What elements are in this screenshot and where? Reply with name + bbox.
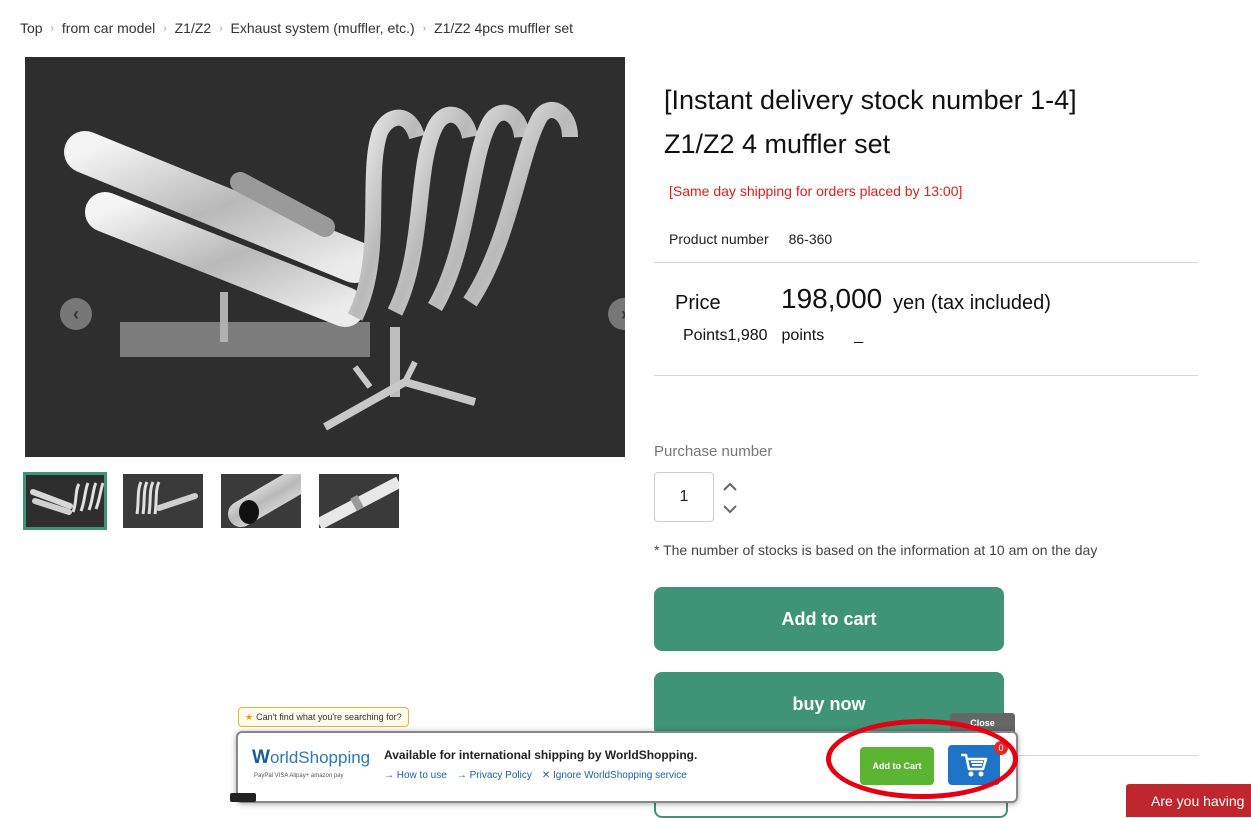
stock-note: * The number of stocks is based on the i… (654, 542, 1098, 558)
ws-collapse-tab[interactable] (230, 793, 256, 802)
thumbnail-image (221, 474, 301, 528)
quantity-increase-button[interactable] (720, 478, 740, 496)
muffler-photo (25, 57, 625, 457)
ws-search-hint-text: Can't find what you're searching for? (256, 712, 402, 722)
purchase-number-label: Purchase number (654, 443, 773, 460)
ws-ignore-link[interactable]: ✕ Ignore WorldShopping service (542, 770, 687, 781)
thumbnail-4[interactable] (319, 474, 399, 528)
thumbnail-image (123, 474, 203, 528)
quantity-decrease-button[interactable] (720, 500, 740, 518)
payment-methods: PayPal VISA Alipay+ amazon pay (254, 773, 344, 779)
chevron-right-icon: › (422, 22, 427, 34)
chevron-right-icon: › (50, 22, 54, 34)
breadcrumb: Top › from car model › Z1/Z2 › Exhaust s… (20, 20, 573, 36)
points-unit: points (781, 327, 825, 344)
price-label: Price (675, 292, 721, 314)
breadcrumb-car-model[interactable]: from car model (62, 20, 155, 36)
product-number: Product number 86-360 (669, 231, 832, 247)
title-line-1: [Instant delivery stock number 1-4] (664, 85, 1077, 115)
breadcrumb-top[interactable]: Top (20, 20, 43, 36)
quantity-input[interactable]: 1 (654, 472, 714, 522)
ws-privacy-policy-link[interactable]: → Privacy Policy (457, 770, 532, 781)
same-day-shipping-notice: [Same day shipping for orders placed by … (669, 183, 963, 199)
chevron-left-icon: ‹ (73, 303, 79, 324)
add-to-cart-button[interactable]: Add to cart (654, 587, 1004, 651)
chevron-up-icon (723, 482, 737, 491)
ws-search-hint[interactable]: ★ Can't find what you're searching for? (238, 707, 409, 727)
breadcrumb-z1z2[interactable]: Z1/Z2 (175, 20, 212, 36)
thumbnail-image (25, 474, 105, 528)
points-label: Points (683, 327, 728, 344)
price-value: 198,000 (781, 283, 883, 314)
thumbnail-2[interactable] (123, 474, 203, 528)
star-icon: ★ (245, 711, 254, 722)
chevron-right-icon: › (621, 304, 625, 325)
annotation-circle (826, 719, 1018, 799)
thumbnail-1[interactable] (23, 472, 107, 530)
gallery-prev-button[interactable]: ‹ (60, 298, 92, 330)
product-number-label: Product number (669, 231, 769, 247)
chevron-right-icon: › (219, 22, 223, 34)
thumbnail-image (319, 474, 399, 528)
ws-how-to-use-link[interactable]: → How to use (384, 770, 447, 781)
breadcrumb-current: Z1/Z2 4pcs muffler set (434, 20, 574, 36)
divider (654, 375, 1198, 376)
product-title: [Instant delivery stock number 1-4] Z1/Z… (664, 78, 1184, 166)
worldshopping-logo: WorldShopping (252, 747, 371, 768)
product-number-value: 86-360 (788, 231, 833, 247)
divider (654, 262, 1198, 263)
breadcrumb-exhaust[interactable]: Exhaust system (muffler, etc.) (231, 20, 415, 36)
thumbnail-3[interactable] (221, 474, 301, 528)
product-main-image[interactable]: ‹ › (25, 57, 625, 457)
ws-available-text: Available for international shipping by … (384, 748, 698, 762)
price-unit: yen (tax included) (893, 292, 1051, 314)
chevron-down-icon (723, 505, 737, 514)
points-value: 1,980 (727, 327, 768, 344)
title-line-2: Z1/Z2 4 muffler set (664, 129, 891, 159)
points: Points1,980 points _ (683, 327, 863, 345)
ws-links: → How to use → Privacy Policy ✕ Ignore W… (384, 770, 687, 781)
thumbnail-strip (23, 472, 399, 530)
help-button[interactable]: Are you having (1126, 784, 1251, 817)
points-dash: _ (854, 327, 864, 344)
chevron-right-icon: › (163, 22, 167, 34)
